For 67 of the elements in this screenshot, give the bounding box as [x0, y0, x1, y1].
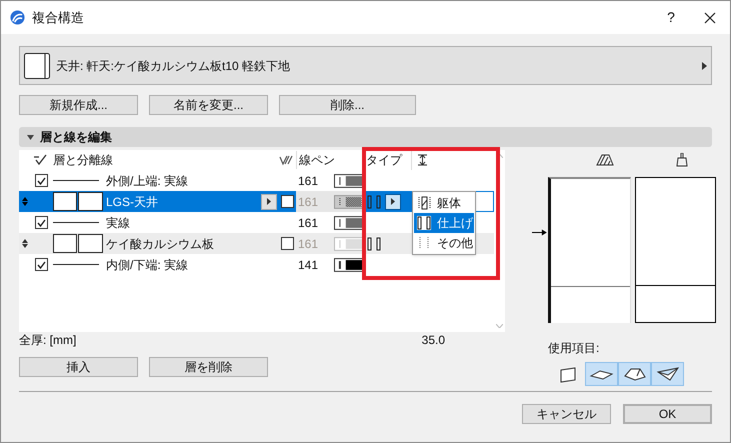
pen-swatch[interactable] [334, 236, 363, 250]
pen-swatch[interactable] [334, 216, 363, 230]
paint-brush-icon [676, 153, 688, 167]
layer-type-icon [367, 194, 381, 208]
expand-button[interactable] [261, 194, 277, 210]
skin-preview-icon [53, 192, 103, 211]
toolbar-button[interactable]: 名前を変更... [149, 95, 268, 115]
layer-button[interactable]: 挿入 [19, 357, 138, 377]
pen-number: 161 [298, 194, 320, 210]
pen-number: 161 [298, 214, 320, 232]
dialog-button[interactable]: キャンセル [522, 404, 611, 424]
total-label: 全厚: [mm] [19, 332, 78, 349]
hatch-check-icon[interactable] [279, 154, 293, 166]
checkbox[interactable] [281, 237, 294, 250]
type-menu-button[interactable] [385, 194, 401, 210]
layer-type-icon [367, 236, 381, 250]
layer-button[interactable]: 層を削除 [149, 357, 268, 377]
toolbar-button[interactable]: 削除... [279, 95, 416, 115]
section-header[interactable]: 層と線を編集 [19, 127, 712, 147]
layer-name: 実線 [106, 214, 131, 232]
window-title: 複合構造 [32, 8, 84, 27]
thickness-icon [418, 154, 427, 166]
checkbox[interactable] [34, 174, 48, 187]
pen-number: 141 [298, 256, 320, 274]
usage-toggle[interactable] [585, 362, 618, 386]
layer-name: ケイ酸カルシウム板 [106, 236, 215, 252]
checkbox[interactable] [34, 258, 48, 271]
column-header: 層と分離線 [52, 152, 114, 169]
drag-handle-icon[interactable] [22, 197, 28, 206]
dialog-button[interactable]: OK [623, 404, 712, 424]
composite-preview-icon [24, 52, 50, 78]
checkbox[interactable] [34, 216, 48, 229]
arrow-right-icon [267, 198, 271, 205]
skin-preview-icon [53, 234, 103, 253]
total-value: 35.0 [422, 332, 445, 349]
section-title: 層と線を編集 [40, 129, 112, 146]
drag-handle-icon[interactable] [22, 239, 28, 248]
layer-name: 内側/下端: 実線 [106, 256, 190, 274]
layer-type-icon [417, 216, 431, 230]
menu-item[interactable]: その他 [414, 233, 474, 253]
menu-item[interactable]: 仕上げ [414, 213, 474, 233]
usage-toggle[interactable] [618, 362, 651, 386]
layer-type-icon [417, 196, 431, 210]
pen-swatch[interactable] [334, 258, 363, 272]
column-header: タイプ [363, 151, 411, 169]
pen-swatch[interactable] [334, 194, 363, 208]
layer-name: 外側/上端: 実線 [106, 172, 190, 190]
usage-toggle[interactable] [651, 362, 684, 386]
layer-type-icon [417, 236, 431, 250]
check-all-icon[interactable] [33, 154, 47, 166]
layer-name: LGS-天井 [106, 194, 160, 210]
pen-number: 161 [298, 236, 320, 252]
composite-selector[interactable]: 天井: 軒天:ケイ酸カルシウム板t10 軽鉄下地 [19, 46, 712, 85]
pen-swatch[interactable] [334, 174, 363, 188]
toolbar-button[interactable]: 新規作成... [19, 95, 138, 115]
direction-arrow-icon [532, 229, 548, 236]
app-logo-icon [10, 10, 25, 25]
close-icon[interactable] [704, 12, 716, 24]
collapse-triangle-icon[interactable] [27, 134, 34, 140]
arrow-right-icon [391, 198, 395, 205]
pen-number: 161 [298, 172, 320, 190]
column-header: 線ペン [296, 151, 363, 169]
checkbox[interactable] [281, 195, 294, 208]
hatch-fill-icon [596, 154, 614, 166]
arrow-right-icon [702, 62, 707, 70]
help-button[interactable]: ? [656, 7, 686, 28]
usage-label: 使用項目: [548, 340, 600, 357]
